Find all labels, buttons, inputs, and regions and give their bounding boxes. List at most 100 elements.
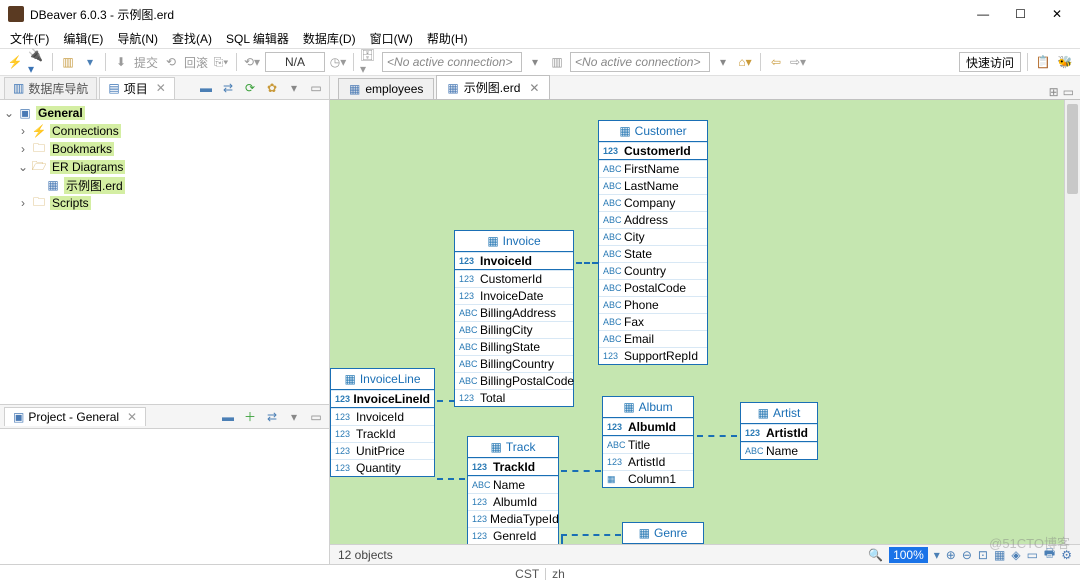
- project-tree[interactable]: ⌄ ▣ General › ⚡ Connections › 🗀 Bookmark…: [0, 100, 329, 404]
- close-button[interactable]: ✕: [1052, 7, 1062, 21]
- clock-icon[interactable]: ◷▾: [329, 53, 347, 71]
- entity-header[interactable]: ▦Track: [468, 437, 558, 458]
- rollback-icon[interactable]: ⟲: [162, 53, 180, 71]
- tree-item-erd-file[interactable]: ▦ 示例图.erd: [4, 176, 325, 194]
- menu-icon[interactable]: ▾: [285, 408, 303, 426]
- layout-icon[interactable]: ◈: [1011, 548, 1020, 562]
- tree-item-bookmarks[interactable]: › 🗀 Bookmarks: [4, 140, 325, 158]
- vertical-scrollbar[interactable]: [1064, 100, 1080, 544]
- na-combo[interactable]: N/A: [265, 52, 325, 72]
- tree-item-er-diagrams[interactable]: ⌄ 🗁 ER Diagrams: [4, 158, 325, 176]
- entity-album[interactable]: ▦Album123AlbumIdABCTitle123ArtistId▦Colu…: [602, 396, 694, 488]
- entity-genre[interactable]: ▦Genre123GenreId: [622, 522, 704, 544]
- entity-invoice[interactable]: ▦Invoice123InvoiceId123CustomerId123Invo…: [454, 230, 574, 407]
- column[interactable]: 123InvoiceDate: [455, 287, 573, 304]
- column[interactable]: ABCAddress: [599, 211, 707, 228]
- chevron-down-icon-2[interactable]: ▾: [714, 53, 732, 71]
- menu-navigate[interactable]: 导航(N): [111, 28, 164, 49]
- column[interactable]: ABCPhone: [599, 296, 707, 313]
- entity-header[interactable]: ▦InvoiceLine: [331, 369, 434, 390]
- chevron-down-icon[interactable]: ▾: [526, 53, 544, 71]
- column[interactable]: ABCBillingCity: [455, 321, 573, 338]
- new-connection-dropdown-icon[interactable]: 🔌▾: [28, 53, 46, 71]
- expand-arrow-icon[interactable]: ›: [18, 196, 28, 210]
- forward-icon[interactable]: ⇨▾: [789, 53, 807, 71]
- column[interactable]: 123ArtistId: [603, 453, 693, 470]
- tree-item-scripts[interactable]: › 🗀 Scripts: [4, 194, 325, 212]
- column[interactable]: 123TrackId: [331, 425, 434, 442]
- fit-icon[interactable]: ⊡: [978, 548, 988, 562]
- editor-tab-erd[interactable]: ▦ 示例图.erd ✕: [436, 75, 550, 99]
- column[interactable]: ABCState: [599, 245, 707, 262]
- db-icon[interactable]: 🗄▾: [360, 53, 378, 71]
- column[interactable]: ABCCity: [599, 228, 707, 245]
- column-pk[interactable]: 123InvoiceId: [455, 252, 573, 270]
- entity-header[interactable]: ▦Artist: [741, 403, 817, 424]
- column[interactable]: 123CustomerId: [455, 270, 573, 287]
- back-icon[interactable]: ⇦: [767, 53, 785, 71]
- perspective-db-icon[interactable]: 📋: [1034, 53, 1052, 71]
- collapse-arrow-icon[interactable]: ⌄: [18, 160, 28, 174]
- minimize-panel-icon[interactable]: ▭: [307, 79, 325, 97]
- column[interactable]: ABCCompany: [599, 194, 707, 211]
- tab-project-general[interactable]: ▣ Project - General ✕: [4, 407, 146, 426]
- perspective-icon[interactable]: 🐝: [1056, 53, 1074, 71]
- entity-header[interactable]: ▦Customer: [599, 121, 707, 142]
- column[interactable]: ABCBillingPostalCode: [455, 372, 573, 389]
- commit-label[interactable]: 提交: [134, 54, 158, 71]
- column[interactable]: ABCName: [741, 442, 817, 459]
- entity-artist[interactable]: ▦Artist123ArtistIdABCName: [740, 402, 818, 460]
- column[interactable]: ABCFirstName: [599, 160, 707, 177]
- entity-header[interactable]: ▦Album: [603, 397, 693, 418]
- sql-editor-icon[interactable]: ▥: [59, 53, 77, 71]
- column[interactable]: ABCTitle: [603, 436, 693, 453]
- schema-icon[interactable]: ▥: [548, 53, 566, 71]
- column[interactable]: 123Quantity: [331, 459, 434, 476]
- minimize-panel-icon[interactable]: ▭: [307, 408, 325, 426]
- entity-customer[interactable]: ▦Customer123CustomerIdABCFirstNameABCLas…: [598, 120, 708, 365]
- close-tab-icon[interactable]: ✕: [529, 81, 539, 95]
- column-pk[interactable]: 123ArtistId: [741, 424, 817, 442]
- close-icon[interactable]: ✕: [127, 410, 137, 424]
- home-icon[interactable]: ⌂▾: [736, 53, 754, 71]
- entity-header[interactable]: ▦Genre: [623, 523, 703, 544]
- menu-help[interactable]: 帮助(H): [421, 28, 474, 49]
- link-icon[interactable]: ⇄: [263, 408, 281, 426]
- column[interactable]: 123SupportRepId: [599, 347, 707, 364]
- column[interactable]: ABCCountry: [599, 262, 707, 279]
- rollback-label[interactable]: 回滚: [184, 54, 208, 71]
- column[interactable]: 123UnitPrice: [331, 442, 434, 459]
- commit-icon[interactable]: ⬇: [112, 53, 130, 71]
- column[interactable]: 123GenreId: [468, 527, 558, 544]
- editor-dropdown-icon[interactable]: ⊞: [1049, 85, 1059, 99]
- connection-combo[interactable]: <No active connection>: [382, 52, 522, 72]
- zoom-level[interactable]: 100%: [889, 547, 928, 563]
- menu-sql-editor[interactable]: SQL 编辑器: [220, 28, 295, 49]
- schema-combo[interactable]: <No active connection>: [570, 52, 710, 72]
- erd-canvas[interactable]: ▦Customer 123CustomerId ABCFirstNameABCLas…: [330, 100, 1080, 544]
- column[interactable]: 123MediaTypeId: [468, 510, 558, 527]
- collapse-icon[interactable]: ▬: [197, 79, 215, 97]
- column[interactable]: ABCLastName: [599, 177, 707, 194]
- add-icon[interactable]: ＋: [241, 408, 259, 426]
- collapse-arrow-icon[interactable]: ⌄: [4, 106, 14, 120]
- column[interactable]: ABCEmail: [599, 330, 707, 347]
- print-icon[interactable]: 🖶: [1044, 544, 1055, 565]
- column-pk[interactable]: 123InvoiceLineId: [331, 390, 434, 408]
- zoom-out-icon[interactable]: ⊖: [962, 548, 972, 562]
- close-icon[interactable]: ✕: [156, 81, 166, 95]
- zoom-dropdown-icon[interactable]: ▾: [934, 548, 940, 562]
- column[interactable]: ABCName: [468, 476, 558, 493]
- entity-header[interactable]: ▦Invoice: [455, 231, 573, 252]
- settings-icon[interactable]: ⚙: [1061, 548, 1072, 562]
- menu-edit[interactable]: 编辑(E): [57, 28, 109, 49]
- column[interactable]: ABCFax: [599, 313, 707, 330]
- column[interactable]: ABCBillingCountry: [455, 355, 573, 372]
- column[interactable]: ABCBillingState: [455, 338, 573, 355]
- export-icon[interactable]: ▭: [1027, 548, 1038, 562]
- grid-icon[interactable]: ▦: [994, 548, 1005, 562]
- auto-icon[interactable]: ⟲▾: [243, 53, 261, 71]
- column[interactable]: ABCBillingAddress: [455, 304, 573, 321]
- expand-arrow-icon[interactable]: ›: [18, 124, 28, 138]
- column[interactable]: 123InvoiceId: [331, 408, 434, 425]
